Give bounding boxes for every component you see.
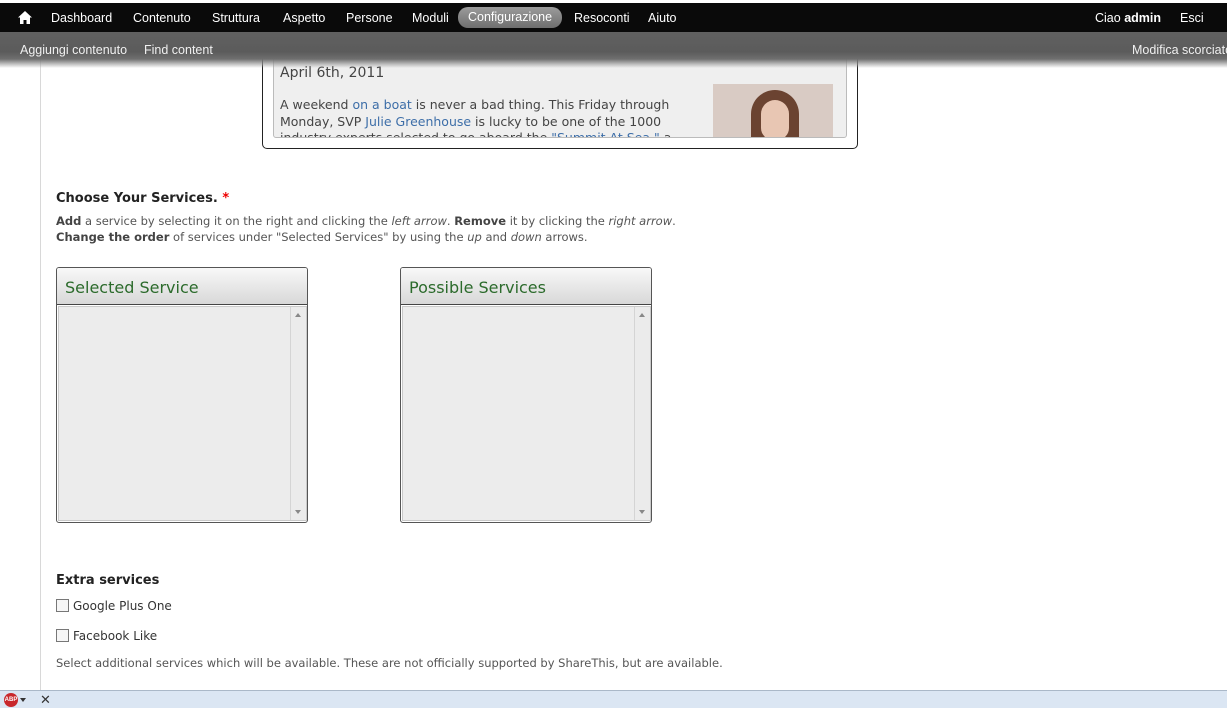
help-up: up (467, 230, 482, 244)
adblock-plus-icon[interactable]: ABP (4, 693, 18, 707)
logout-link[interactable]: Esci (1180, 11, 1204, 25)
scroll-down-icon[interactable] (295, 510, 301, 514)
shortcut-find-content[interactable]: Find content (144, 43, 213, 57)
menu-item-resoconti[interactable]: Resoconti (574, 11, 630, 25)
preview-link-boat[interactable]: on a boat (352, 97, 411, 112)
preview-link-julie[interactable]: Julie Greenhouse (365, 114, 471, 129)
help-add: Add (56, 214, 82, 228)
home-icon[interactable] (18, 11, 32, 24)
preview-text-4: a (659, 130, 672, 138)
menu-item-moduli[interactable]: Moduli (412, 11, 449, 25)
help-right-arrow: right arrow (608, 214, 673, 228)
services-title: Choose Your Services. * (56, 191, 229, 206)
scroll-up-icon[interactable] (295, 313, 301, 317)
selected-services-box: Selected Service (56, 267, 308, 523)
shortcut-bar: Aggiungi contenuto Find content Modifica… (0, 32, 1227, 68)
menu-item-aiuto[interactable]: Aiuto (648, 11, 677, 25)
menu-item-aspetto[interactable]: Aspetto (283, 11, 325, 25)
required-marker: * (222, 191, 230, 206)
preview-link-summit[interactable]: "Summit At Sea," (551, 130, 660, 137)
admin-toolbar: Dashboard Contenuto Struttura Aspetto Pe… (0, 0, 1227, 68)
possible-services-heading: Possible Services (401, 268, 651, 305)
close-icon[interactable]: ✕ (40, 692, 51, 708)
services-help-line-1: Add a service by selecting it on the rig… (56, 214, 676, 228)
shortcut-add-content[interactable]: Aggiungi contenuto (20, 43, 127, 57)
scroll-up-icon[interactable] (639, 313, 645, 317)
possible-services-list[interactable] (402, 306, 651, 521)
username-link[interactable]: admin (1124, 11, 1161, 25)
adblock-dropdown-icon[interactable] (20, 698, 26, 702)
admin-menu-bar: Dashboard Contenuto Struttura Aspetto Pe… (0, 0, 1227, 32)
page: April 6th, 2011 A weekend on a boat is n… (0, 0, 1227, 708)
user-greeting: Ciao admin (1095, 11, 1161, 25)
google-plus-one-label[interactable]: Google Plus One (73, 599, 172, 613)
option-google-plus-one[interactable]: Google Plus One (56, 599, 172, 613)
preview-body: A weekend on a boat is never a bad thing… (280, 97, 700, 138)
content-left-border (40, 0, 41, 690)
services-help-line-2: Change the order of services under "Sele… (56, 230, 588, 244)
extra-services-title: Extra services (56, 573, 160, 588)
help-remove: Remove (454, 214, 507, 228)
extra-services-description: Select additional services which will be… (56, 656, 723, 670)
selected-services-heading: Selected Service (57, 268, 307, 305)
google-plus-one-checkbox[interactable] (56, 599, 69, 612)
facebook-like-label[interactable]: Facebook Like (73, 629, 157, 643)
possible-services-box: Possible Services (400, 267, 652, 523)
addon-bar: ABP ✕ (0, 690, 1227, 708)
edit-shortcuts-link[interactable]: Modifica scorciatoie (1132, 43, 1227, 57)
option-facebook-like[interactable]: Facebook Like (56, 629, 157, 643)
help-down: down (510, 230, 542, 244)
menu-item-struttura[interactable]: Struttura (212, 11, 260, 25)
services-title-text: Choose Your Services. (56, 191, 218, 206)
help-change-order: Change the order (56, 230, 170, 244)
selected-services-list[interactable] (58, 306, 307, 521)
menu-item-dashboard[interactable]: Dashboard (51, 11, 112, 25)
preview-photo (713, 84, 833, 137)
greeting-prefix: Ciao (1094, 11, 1121, 25)
preview-text-1: A weekend (280, 97, 353, 112)
selected-services-scrollbar[interactable] (290, 307, 306, 520)
menu-item-persone[interactable]: Persone (346, 11, 393, 25)
possible-services-scrollbar[interactable] (634, 307, 650, 520)
menu-item-contenuto[interactable]: Contenuto (133, 11, 191, 25)
facebook-like-checkbox[interactable] (56, 629, 69, 642)
help-left-arrow: left arrow (391, 214, 447, 228)
menu-item-configurazione[interactable]: Configurazione (458, 7, 563, 28)
scroll-down-icon[interactable] (639, 510, 645, 514)
